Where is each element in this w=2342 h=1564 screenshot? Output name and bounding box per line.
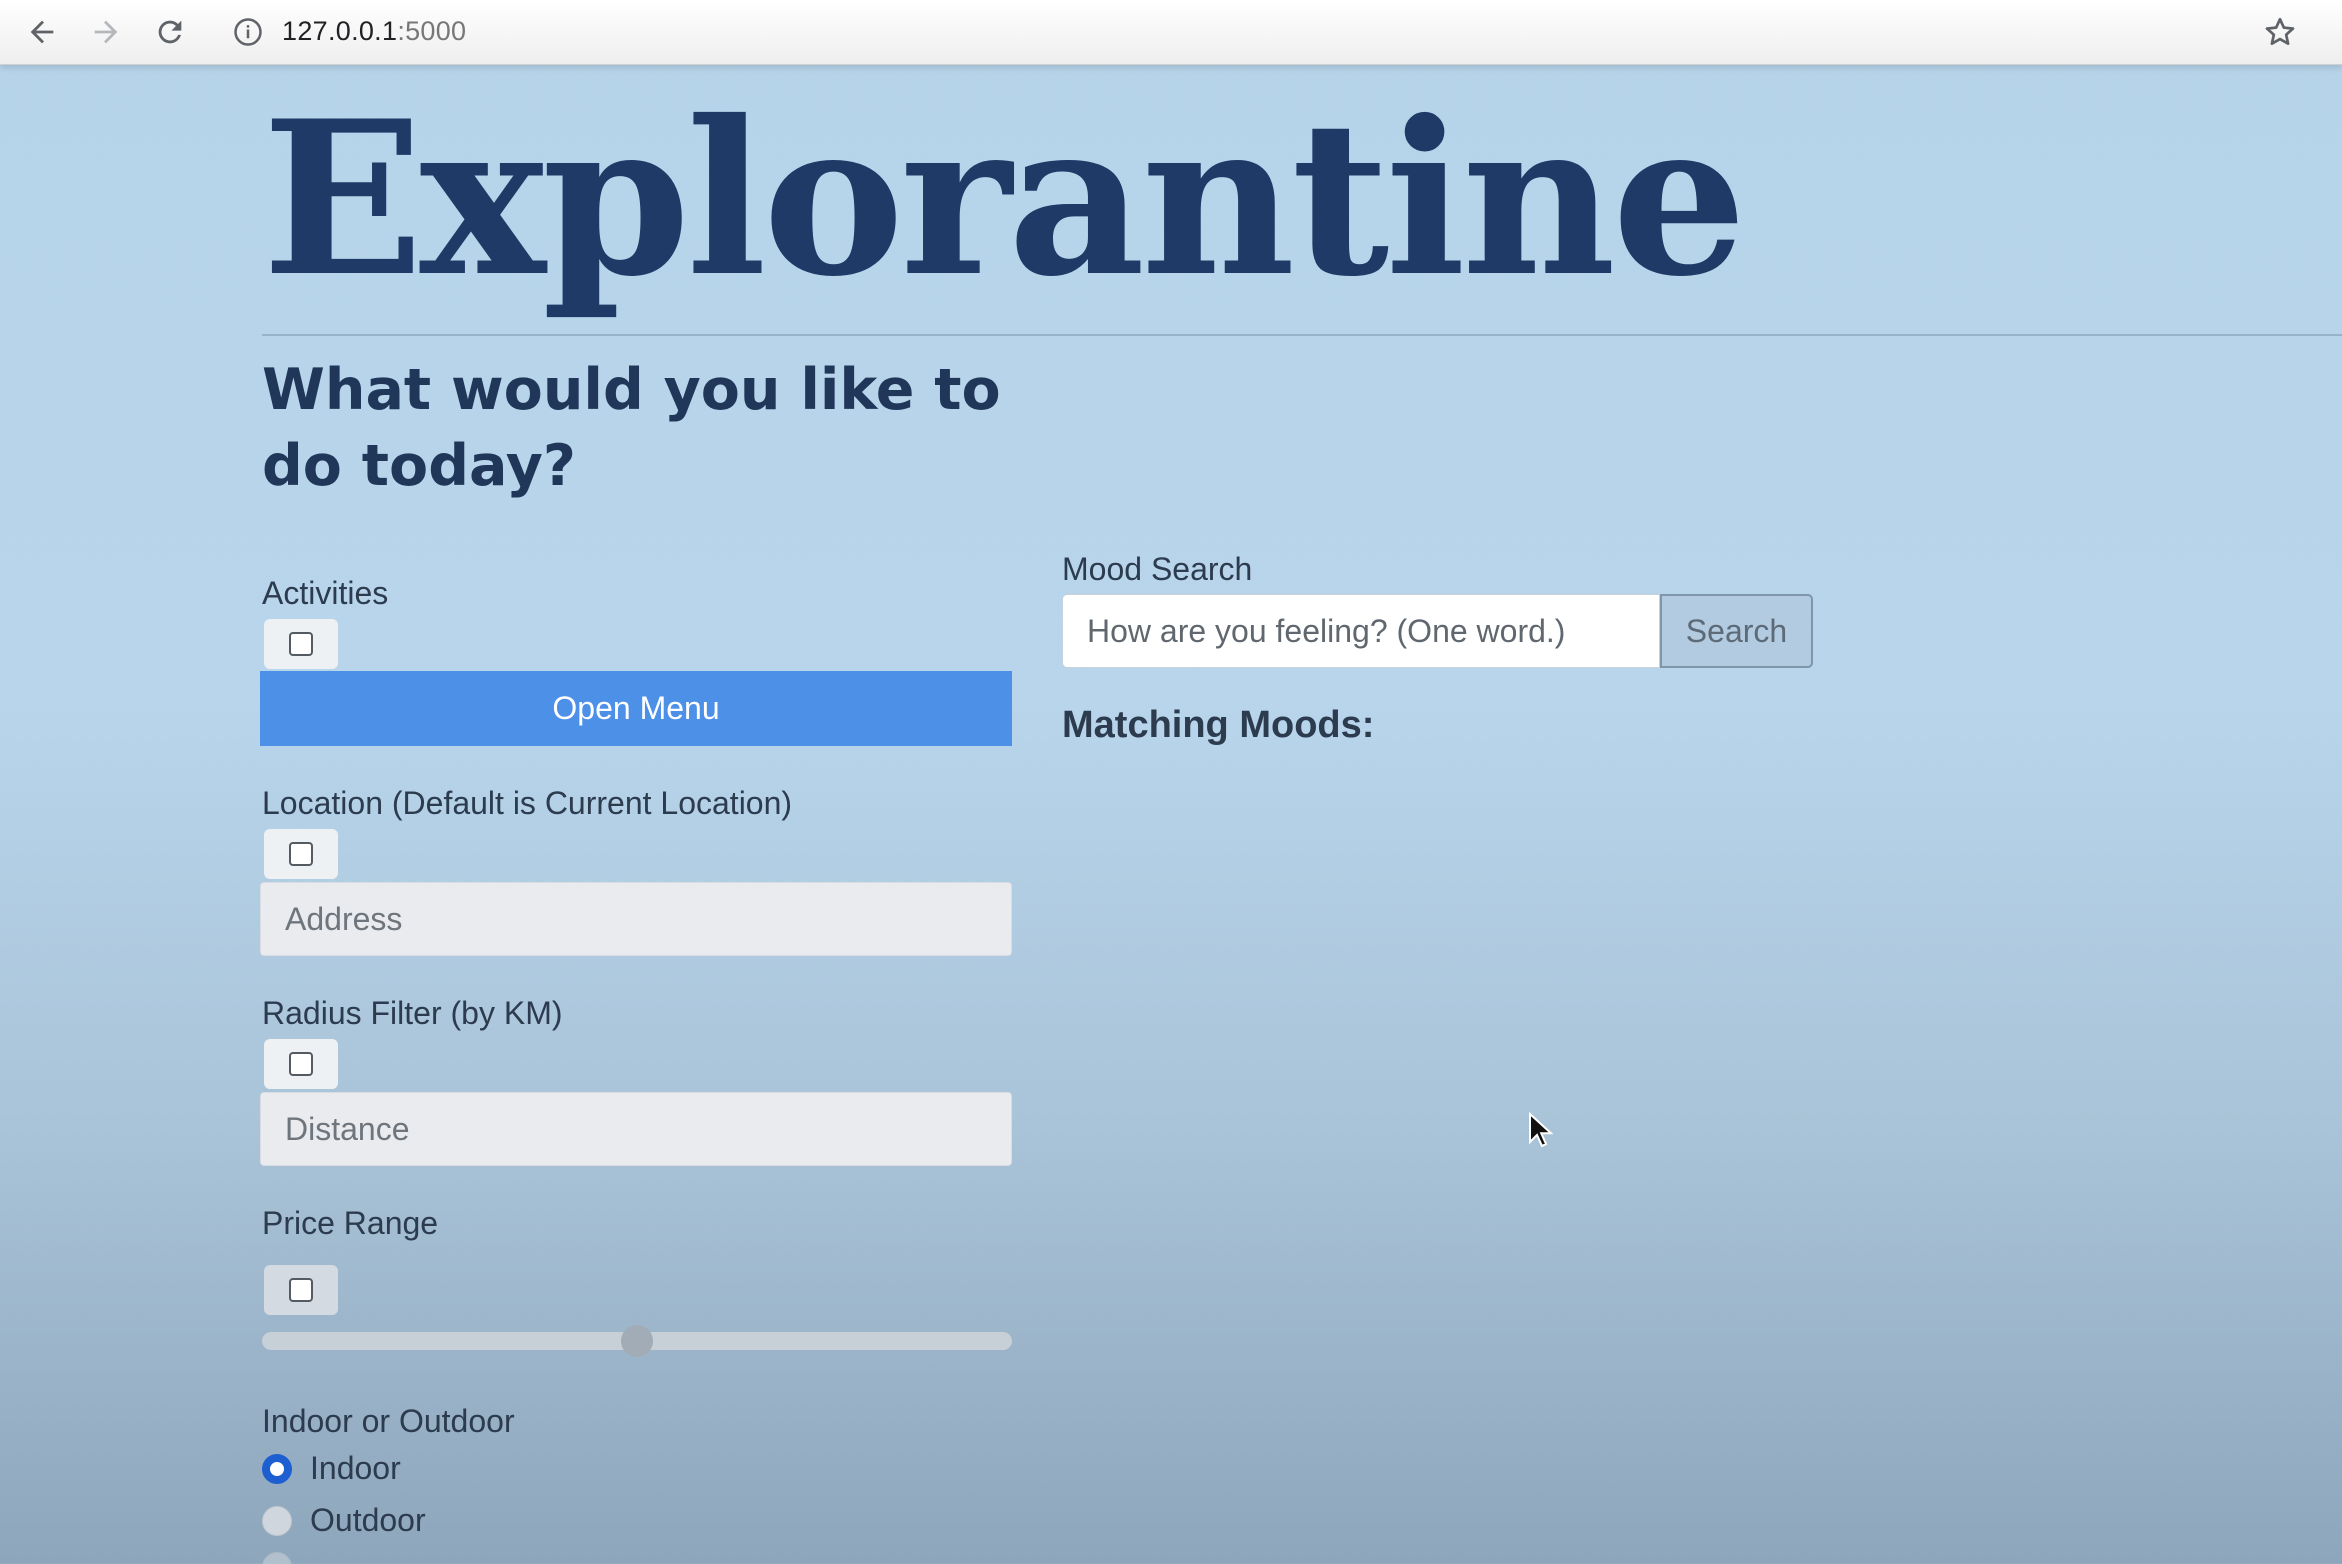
back-button[interactable] xyxy=(18,8,66,56)
radio-outdoor[interactable]: Outdoor xyxy=(262,1502,426,1539)
site-title: Explorantine xyxy=(262,74,1747,323)
info-icon[interactable] xyxy=(233,17,263,47)
radius-label: Radius Filter (by KM) xyxy=(262,995,563,1031)
radio-button[interactable] xyxy=(262,1505,292,1536)
url-host: 127.0.0.1 xyxy=(282,16,398,46)
mouse-cursor-icon xyxy=(1529,1112,1554,1148)
location-checkbox[interactable] xyxy=(289,842,313,866)
matching-moods-heading: Matching Moods: xyxy=(1062,704,1375,746)
radio-label: Outdoor xyxy=(310,1502,426,1538)
search-button[interactable]: Search xyxy=(1660,594,1813,668)
title-divider xyxy=(262,334,2342,336)
radio-button[interactable] xyxy=(262,1552,292,1564)
indoor-outdoor-label: Indoor or Outdoor xyxy=(262,1403,515,1439)
reload-icon xyxy=(158,20,182,44)
slider-thumb[interactable] xyxy=(621,1325,653,1357)
radio-label: Indoor xyxy=(310,1450,401,1486)
forward-button[interactable] xyxy=(82,8,130,56)
mood-search-label: Mood Search xyxy=(1062,551,1253,587)
price-range-label: Price Range xyxy=(262,1205,439,1241)
location-label: Location (Default is Current Location) xyxy=(262,785,793,821)
radio-button[interactable] xyxy=(262,1453,292,1484)
activities-toggle[interactable] xyxy=(264,619,338,669)
activities-checkbox[interactable] xyxy=(289,632,313,656)
back-arrow-icon xyxy=(30,20,54,44)
address-bar[interactable]: 127.0.0.1:5000 xyxy=(282,14,466,48)
price-range-toggle[interactable] xyxy=(264,1265,338,1315)
radius-toggle[interactable] xyxy=(264,1039,338,1089)
browser-toolbar: 127.0.0.1:5000 xyxy=(0,0,2342,65)
radius-checkbox[interactable] xyxy=(289,1052,313,1076)
forward-arrow-icon xyxy=(94,20,118,44)
price-range-checkbox[interactable] xyxy=(289,1278,313,1302)
reload-button[interactable] xyxy=(146,8,194,56)
address-input[interactable]: Address xyxy=(260,882,1012,956)
location-toggle[interactable] xyxy=(264,829,338,879)
page-question: What would you like to do today? xyxy=(262,357,1001,499)
open-menu-button[interactable]: Open Menu xyxy=(260,671,1012,746)
activities-label: Activities xyxy=(262,575,389,611)
radio-indoor[interactable]: Indoor xyxy=(262,1450,401,1487)
price-range-slider[interactable] xyxy=(262,1325,1012,1357)
url-port: :5000 xyxy=(397,16,467,46)
distance-input[interactable]: Distance xyxy=(260,1092,1012,1166)
mood-search-input[interactable]: How are you feeling? (One word.) xyxy=(1062,594,1660,668)
star-icon[interactable] xyxy=(2262,14,2298,50)
radio-third-option[interactable] xyxy=(262,1552,310,1564)
